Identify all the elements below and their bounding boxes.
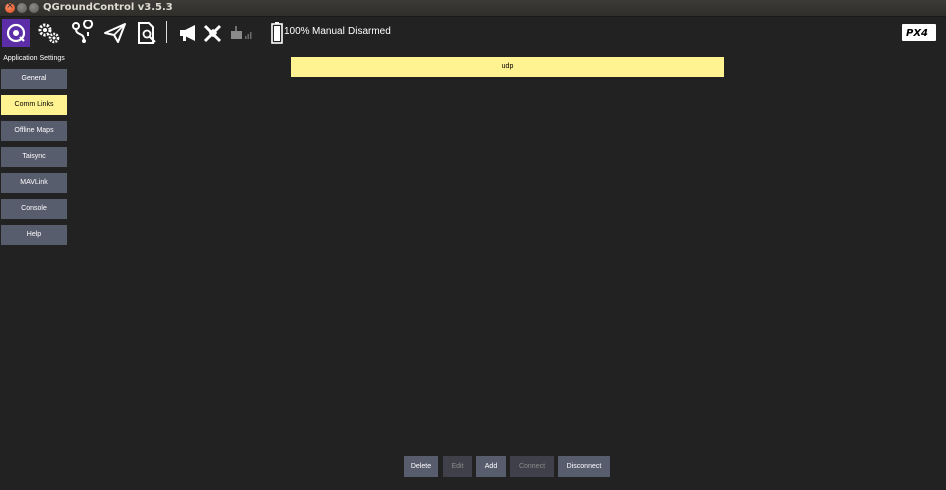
settings-button[interactable] <box>36 20 62 46</box>
sidebar-item-offline-maps[interactable]: Offline Maps <box>1 121 67 141</box>
add-button[interactable]: Add <box>476 456 506 477</box>
analyze-document-icon <box>138 22 156 44</box>
sidebar-item-mavlink[interactable]: MAVLink <box>1 173 67 193</box>
sidebar-item-comm-links[interactable]: Comm Links <box>1 95 67 115</box>
qgc-home-button[interactable] <box>2 19 30 47</box>
window-minimize-button[interactable] <box>17 3 27 13</box>
main-toolbar: 100% Manual Disarmed PX4 <box>0 17 946 48</box>
sidebar-item-taisync[interactable]: Taisync <box>1 147 67 167</box>
fly-paper-plane-icon <box>104 23 126 43</box>
fly-view-button[interactable] <box>102 20 128 46</box>
messages-button[interactable] <box>176 20 202 46</box>
messages-megaphone-icon <box>180 25 195 41</box>
window-maximize-button[interactable] <box>29 3 39 13</box>
sidebar-title: Application Settings <box>3 55 65 62</box>
rc-rssi-indicator[interactable] <box>228 20 254 46</box>
px4-logo: PX4 <box>902 24 936 41</box>
settings-gears-icon <box>38 23 60 44</box>
sidebar-item-help[interactable]: Help <box>1 225 67 245</box>
rc-signal-icon <box>231 26 252 39</box>
toolbar-separator <box>166 21 167 43</box>
link-list-item[interactable]: udp <box>291 57 724 77</box>
sidebar-item-console[interactable]: Console <box>1 199 67 219</box>
analyze-view-button[interactable] <box>134 20 160 46</box>
connect-button[interactable]: Connect <box>510 456 554 477</box>
close-icon: × <box>6 1 14 11</box>
gps-satellite-icon <box>203 24 222 43</box>
comm-links-panel: udp Delete Edit Add Connect Disconnect <box>68 48 946 490</box>
flight-mode-selector[interactable]: Manual <box>312 26 345 37</box>
sidebar-item-general[interactable]: General <box>1 69 67 89</box>
edit-button[interactable]: Edit <box>443 456 472 477</box>
delete-button[interactable]: Delete <box>404 456 438 477</box>
battery-percent: 100% <box>284 26 310 37</box>
window-title: QGroundControl v3.5.3 <box>43 2 173 13</box>
svg-text:PX4: PX4 <box>906 28 928 39</box>
plan-view-button[interactable] <box>70 19 96 46</box>
window-close-button[interactable]: × <box>5 1 15 13</box>
settings-sidebar: Application Settings General Comm Links … <box>0 48 68 490</box>
plan-waypoint-icon <box>72 19 94 43</box>
qgc-home-icon <box>6 23 26 43</box>
arm-status[interactable]: Disarmed <box>348 26 391 37</box>
disconnect-button[interactable]: Disconnect <box>558 456 610 477</box>
window-titlebar: × QGroundControl v3.5.3 <box>0 0 946 17</box>
gps-status-button[interactable] <box>200 20 226 46</box>
